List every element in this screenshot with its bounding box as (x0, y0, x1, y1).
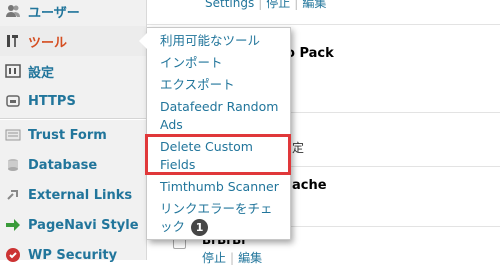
deactivate-link[interactable]: 停止 (202, 251, 226, 265)
plugin-name: ache (292, 178, 327, 193)
plugin-row-actions: Settings | 停止 | 編集 (205, 0, 326, 11)
pagenavi-arrow-icon (6, 219, 20, 231)
sidebar-item-external-links[interactable]: External Links (0, 180, 146, 210)
submenu-item-broken-link-checker[interactable]: リンクエラーをチェック 1 (160, 200, 284, 236)
sidebar-item-tools[interactable]: ツール (0, 26, 146, 56)
sidebar-item-label: ツール (28, 35, 68, 51)
sidebar-item-label: Trust Form (28, 127, 107, 143)
tools-icon (7, 35, 18, 47)
plugin-name: o Pack (286, 46, 334, 61)
shield-icon (6, 248, 20, 262)
update-count-badge: 1 (191, 219, 209, 236)
sidebar-item-users[interactable]: ユーザー (0, 0, 146, 26)
sidebar-item-label: WP Security (28, 247, 118, 263)
edit-link[interactable]: 編集 (302, 0, 326, 10)
sidebar-item-wp-security[interactable]: WP Security (0, 240, 146, 270)
sidebar-item-settings[interactable]: 設定 (0, 56, 146, 86)
sidebar-item-trust-form[interactable]: Trust Form (0, 120, 146, 150)
sidebar-item-https[interactable]: HTTPS (0, 86, 146, 116)
submenu-item-label: リンクエラーをチェック (160, 201, 273, 234)
edit-link[interactable]: 編集 (238, 251, 262, 265)
highlight-annotation-box (145, 134, 291, 175)
sidebar-item-pagenavi-style[interactable]: PageNavi Style (0, 210, 146, 240)
submenu-item-import[interactable]: インポート (160, 54, 288, 72)
sidebar-item-label: PageNavi Style (28, 217, 139, 233)
database-icon (8, 159, 18, 171)
sidebar-item-database[interactable]: Database (0, 150, 146, 180)
external-links-icon (7, 190, 18, 200)
submenu-item-timthumb-scanner[interactable]: Timthumb Scanner (160, 178, 288, 196)
submenu-item-export[interactable]: エクスポート (160, 76, 288, 94)
admin-sidebar: ユーザー ツール 設定 HTTPS Trust Form Database Ex… (0, 0, 147, 263)
plugin-row-fragment: 定 (292, 141, 305, 155)
sidebar-item-label: 設定 (28, 65, 55, 81)
settings-link[interactable]: Settings (205, 0, 254, 10)
sidebar-item-label: Database (28, 157, 98, 173)
users-icon (6, 5, 20, 17)
lock-icon (6, 95, 20, 107)
submenu-item-datafeedr-random-ads[interactable]: Datafeedr Random Ads (160, 98, 280, 134)
settings-icon (5, 64, 21, 78)
row-divider (147, 24, 500, 25)
trust-form-icon (5, 129, 21, 141)
submenu-pointer-arrow (139, 33, 147, 49)
submenu-item-available-tools[interactable]: 利用可能なツール (160, 32, 288, 50)
sidebar-item-label: HTTPS (28, 93, 76, 109)
plugin-row-actions: 停止 | 編集 (202, 251, 263, 265)
sidebar-item-label: External Links (28, 187, 133, 203)
deactivate-link[interactable]: 停止 (266, 0, 290, 10)
sidebar-item-label: ユーザー (28, 5, 80, 21)
